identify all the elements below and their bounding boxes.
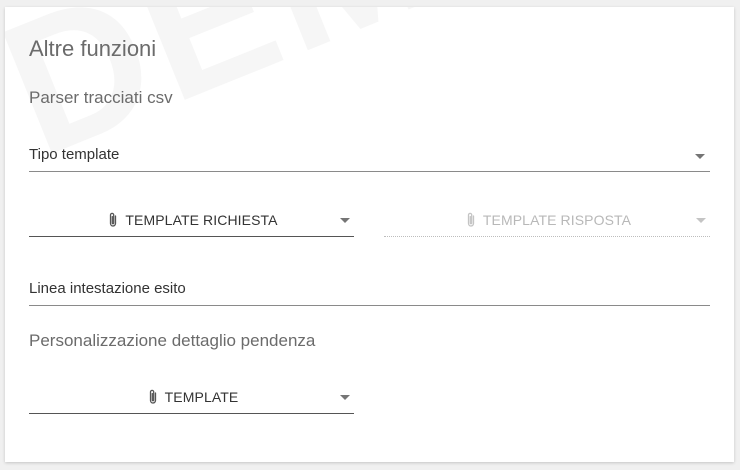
csv-parser-heading: Parser tracciati csv — [29, 88, 173, 107]
settings-card: DEM Altre funzioni Parser tracciati csv … — [5, 7, 734, 462]
card-title: Altre funzioni — [29, 36, 157, 61]
chevron-down-icon — [340, 395, 350, 400]
header-line-input[interactable]: Linea intestazione esito — [29, 279, 710, 306]
response-template-button[interactable]: TEMPLATE RISPOSTA — [384, 204, 710, 237]
chevron-down-icon — [696, 218, 706, 223]
response-template-label: TEMPLATE RISPOSTA — [482, 212, 632, 228]
header-line-label: Linea intestazione esito — [29, 280, 186, 297]
template-type-label: Tipo template — [29, 146, 120, 163]
chevron-down-icon — [695, 154, 705, 159]
template-label: TEMPLATE — [164, 389, 239, 405]
template-button[interactable]: TEMPLATE — [29, 381, 354, 414]
detail-customization-heading: Personalizzazione dettaglio pendenza — [29, 331, 316, 350]
template-type-select[interactable]: Tipo template — [29, 145, 710, 172]
paperclip-icon — [149, 389, 156, 404]
chevron-down-icon — [340, 218, 350, 223]
request-template-label: TEMPLATE RICHIESTA — [125, 212, 278, 228]
paperclip-icon — [467, 212, 475, 227]
request-template-button[interactable]: TEMPLATE RICHIESTA — [29, 204, 354, 237]
paperclip-icon — [110, 212, 117, 227]
